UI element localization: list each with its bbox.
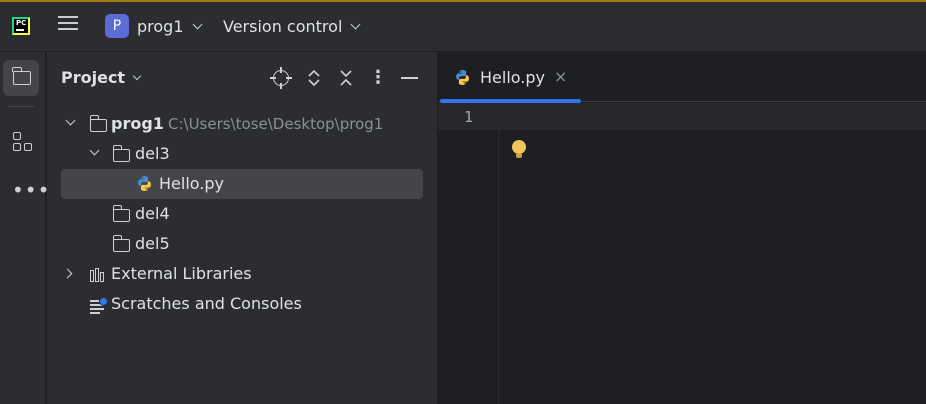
folder-icon [12, 67, 31, 85]
chevron-down-icon[interactable] [65, 115, 76, 126]
current-line-highlight [438, 103, 926, 130]
tree-item-label: Hello.py [159, 174, 224, 193]
hamburger-icon[interactable] [58, 16, 78, 36]
chevron-down-icon [350, 19, 361, 29]
python-file-icon [136, 175, 153, 192]
title-bar: PC P prog1 Version control [0, 0, 926, 52]
panel-title-label: Project [61, 68, 126, 87]
project-panel: Project ⋮ prog1 C:\Users\tose\Desktop\pr… [47, 52, 437, 404]
chevron-down-icon [132, 71, 142, 80]
project-panel-title[interactable]: Project [61, 68, 142, 87]
close-icon[interactable]: × [554, 67, 567, 86]
tree-item-scratches[interactable]: Scratches and Consoles [61, 289, 423, 319]
scratches-icon [90, 297, 108, 314]
version-control-menu[interactable]: Version control [223, 13, 361, 39]
project-path: C:\Users\tose\Desktop\prog1 [168, 115, 384, 133]
more-tools-button[interactable]: ••• [3, 172, 49, 208]
kebab-menu-icon[interactable]: ⋮ [367, 67, 389, 89]
version-control-label: Version control [223, 16, 343, 36]
tree-item-label: External Libraries [111, 264, 252, 283]
folder-icon [112, 235, 130, 252]
tree-item-label: prog1 [111, 114, 164, 133]
folder-icon [112, 145, 130, 162]
chevron-down-icon[interactable] [89, 145, 100, 156]
folder-icon [89, 115, 107, 132]
tree-item-del4[interactable]: del4 [61, 199, 423, 229]
minimize-icon[interactable] [399, 67, 421, 89]
tree-item-hello-py[interactable]: Hello.py [61, 169, 423, 199]
tree-item-label: del4 [135, 204, 170, 223]
python-file-icon [454, 69, 471, 86]
project-tool-button[interactable] [3, 60, 39, 96]
chevron-right-icon[interactable] [62, 268, 73, 279]
lightbulb-icon[interactable] [512, 140, 526, 160]
tree-item-prog1[interactable]: prog1 C:\Users\tose\Desktop\prog1 [61, 109, 423, 139]
folder-icon [112, 205, 130, 222]
structure-icon [13, 132, 33, 152]
library-icon [90, 268, 106, 282]
toolstrip-divider [8, 106, 34, 107]
collapse-all-icon[interactable] [335, 67, 357, 89]
code-editor[interactable]: 1 [438, 103, 926, 404]
pycharm-logo-icon[interactable]: PC [12, 17, 30, 35]
chevron-down-icon [192, 19, 202, 29]
project-badge: P [105, 14, 129, 38]
line-number: 1 [464, 108, 474, 126]
tab-label: Hello.py [480, 68, 545, 87]
app-logo-text: PC [16, 19, 27, 27]
more-dots-icon: ••• [12, 178, 51, 202]
expand-all-icon[interactable] [303, 67, 325, 89]
tree-item-label: del3 [135, 144, 170, 163]
tab-hello-py[interactable]: Hello.py × [438, 52, 581, 103]
project-name: prog1 [137, 16, 184, 36]
locate-target-icon[interactable] [270, 67, 292, 89]
tree-item-label: del5 [135, 234, 170, 253]
tree-item-label: Scratches and Consoles [111, 294, 302, 313]
tree-item-external-libraries[interactable]: External Libraries [61, 259, 423, 289]
tree-item-del3[interactable]: del3 [61, 139, 423, 169]
structure-tool-button[interactable] [3, 122, 39, 158]
tool-window-strip: ••• [0, 52, 49, 404]
line-number-gutter: 1 [438, 103, 499, 404]
tree-item-del5[interactable]: del5 [61, 229, 423, 259]
title-bar-accent-line [0, 0, 926, 2]
project-switcher[interactable]: P prog1 [105, 13, 202, 39]
editor-tab-bar: Hello.py × [438, 52, 926, 103]
